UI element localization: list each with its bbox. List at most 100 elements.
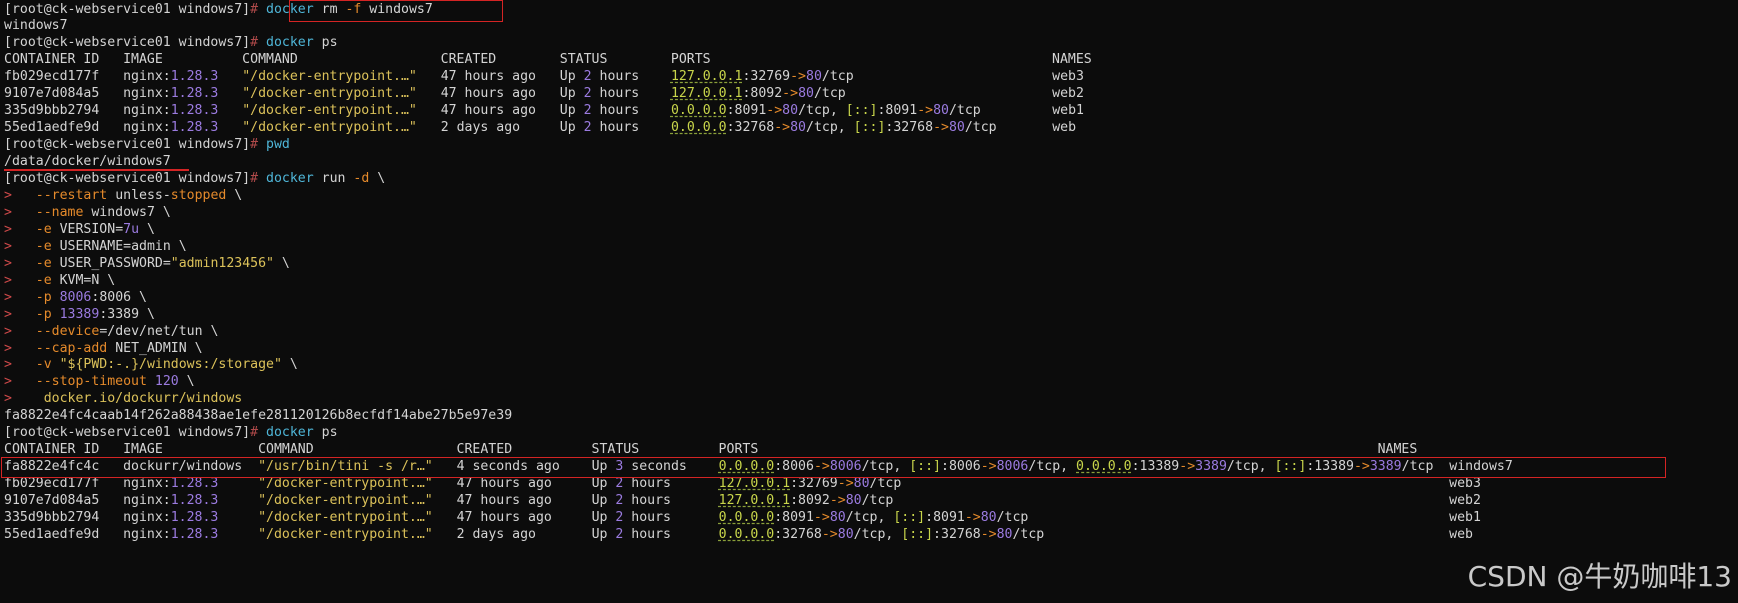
port-text: : — [941, 459, 949, 475]
port-arrow: -> — [782, 86, 799, 102]
table-row: 9107e7d084a5 nginx:1.28.3 "/docker-entry… — [4, 492, 1481, 511]
command-number: 7u — [123, 221, 140, 237]
status-unit: hours — [591, 86, 640, 102]
command-line: [root@ck-webservice01 windows7]# docker … — [4, 1, 433, 20]
image-version: 1.28.3 — [170, 493, 219, 509]
port-text: 32769 — [750, 69, 791, 85]
container-port: 80 — [798, 86, 814, 102]
created-time: 47 hours ago — [440, 69, 560, 85]
image-name: nginx: — [123, 510, 171, 525]
command-output: windows7 — [4, 17, 68, 36]
port-text: 32768 — [893, 120, 934, 136]
command-text: \ — [226, 187, 243, 203]
container-port: 80 — [933, 103, 949, 119]
status-up: Up — [591, 476, 616, 492]
host-ip: 0.0.0.0 — [670, 103, 727, 119]
container-command: "/docker-entrypoint.…" — [258, 476, 457, 492]
container-id: 55ed1aedfe9d — [4, 120, 124, 136]
container-command: "/docker-entrypoint.…" — [242, 69, 441, 85]
table-row: fa8822e4fc4c dockurr/windows "/usr/bin/t… — [4, 458, 1513, 477]
command-line: [root@ck-webservice01 windows7]# pwd — [4, 136, 290, 155]
command-flag: --stop-timeout — [35, 374, 147, 390]
command-flag: --restart — [35, 187, 108, 203]
container-id: 335d9bbb2794 — [4, 103, 124, 119]
port-arrow: -> — [766, 103, 783, 119]
command-number: 8006 — [51, 289, 92, 305]
command-flag: -e — [35, 255, 52, 271]
watermark: CSDN @牛奶咖啡13 — [1467, 560, 1732, 593]
command-flag: -v — [35, 357, 52, 373]
port-arrow: -> — [980, 526, 997, 542]
image-version: 1.28.3 — [170, 69, 219, 85]
command-line: [root@ck-webservice01 windows7]# docker … — [4, 34, 338, 53]
port-arrow: -> — [933, 120, 949, 136]
container-name: web1 — [1449, 510, 1481, 525]
container-port: 8006 — [996, 459, 1029, 475]
container-port: 3389 — [1195, 459, 1227, 475]
container-port: 80 — [806, 69, 822, 85]
host-ip: 127.0.0.1 — [718, 476, 791, 492]
port-text: /tcp — [1401, 459, 1434, 475]
status-unit: hours — [623, 493, 671, 509]
container-command: "/docker-entrypoint.…" — [242, 86, 441, 102]
container-command: "/docker-entrypoint.…" — [258, 510, 457, 525]
container-name: web2 — [1449, 493, 1481, 509]
created-time: 47 hours ago — [456, 510, 592, 525]
command-flag: -e — [35, 221, 52, 237]
command-flag: --device — [35, 323, 100, 339]
container-command: "/docker-entrypoint.…" — [258, 526, 457, 542]
port-text: : — [933, 526, 941, 542]
host-ipv6: [::] — [893, 510, 926, 525]
terminal-window[interactable]: [root@ck-webservice01 windows7]# docker … — [0, 0, 1738, 603]
created-time: 47 hours ago — [456, 493, 592, 509]
command-text: ps — [313, 35, 338, 51]
continuation-prompt: > — [4, 221, 12, 237]
command-text: \ — [281, 357, 298, 373]
command-continuation: > -p 13389:3389 \ — [4, 306, 155, 325]
port-text: 8091 — [782, 510, 814, 525]
prompt-hash: # — [250, 137, 259, 153]
command-text: ps — [313, 425, 338, 441]
command-line: [root@ck-webservice01 windows7]# docker … — [4, 170, 385, 189]
command-continuation: > --device=/dev/net/tun \ — [4, 323, 218, 342]
container-port: 80 — [853, 476, 870, 492]
command-flag: -f — [345, 1, 362, 17]
highlight-pwd-underline — [4, 169, 189, 172]
command-line: [root@ck-webservice01 windows7]# docker … — [4, 424, 338, 443]
prompt-hash: # — [250, 1, 259, 17]
container-port: 80 — [829, 510, 846, 525]
port-text: : — [1131, 459, 1140, 475]
command-text: :8006 \ — [91, 289, 147, 305]
port-arrow: -> — [964, 510, 981, 525]
continuation-prompt: > — [4, 272, 12, 288]
port-arrow: -> — [813, 510, 830, 525]
port-arrow: -> — [821, 526, 838, 542]
created-time: 4 seconds ago — [456, 459, 592, 475]
image-name: nginx: — [123, 69, 171, 85]
command-continuation: > -e USERNAME=admin \ — [4, 238, 187, 257]
port-arrow: -> — [1179, 459, 1196, 475]
container-port: 80 — [980, 510, 997, 525]
output-text: windows7 — [4, 18, 68, 34]
host-ip: 0.0.0.0 — [718, 526, 775, 542]
command-flag: -e — [35, 238, 52, 254]
command-continuation: > -v "${PWD:-.}/windows:/storage" \ — [4, 356, 298, 375]
port-text: /tcp, — [806, 120, 854, 136]
port-text: 8092 — [798, 493, 830, 509]
continuation-prompt: > — [4, 306, 12, 322]
table-row: fb029ecd177f nginx:1.28.3 "/docker-entry… — [4, 475, 1481, 494]
created-time: 47 hours ago — [440, 86, 560, 102]
command-number: 120 — [146, 374, 179, 390]
